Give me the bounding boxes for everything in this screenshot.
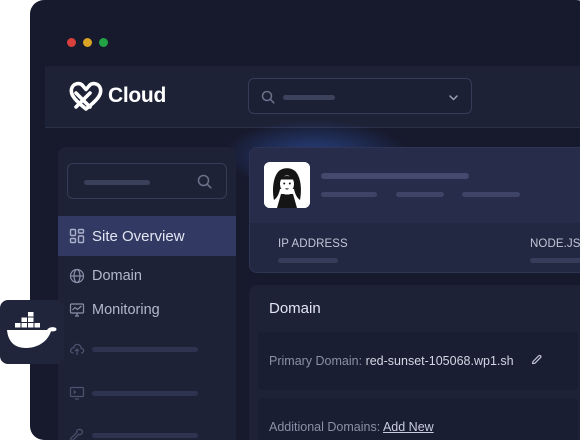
site-meta-placeholder — [396, 192, 444, 197]
globe-icon — [68, 267, 86, 285]
sidebar-item-monitoring[interactable]: Monitoring — [58, 290, 236, 330]
terminal-icon — [68, 384, 86, 402]
server-search-select[interactable] — [248, 78, 472, 114]
site-card-header — [250, 148, 580, 223]
primary-domain-value[interactable]: red-sunset-105068.wp1.sh — [366, 354, 514, 368]
ip-address-value-placeholder — [278, 258, 338, 263]
site-avatar[interactable] — [264, 162, 310, 208]
sidebar-item-label: Site Overview — [92, 227, 185, 245]
minimize-button[interactable] — [83, 38, 92, 47]
nodejs-value-placeholder — [530, 258, 580, 263]
search-placeholder — [283, 95, 335, 100]
heart-x-logo-icon — [69, 81, 103, 111]
chevron-down-icon — [449, 95, 458, 101]
sidebar-item-site-overview[interactable]: Site Overview — [58, 216, 236, 256]
brand-logo[interactable]: Cloud — [68, 80, 166, 112]
site-meta-placeholder — [462, 192, 520, 197]
tools-icon — [68, 426, 86, 440]
add-new-domain-link[interactable]: Add New — [383, 420, 434, 434]
additional-domains-text: Additional Domains: Add New — [269, 420, 434, 434]
sidebar-item-backups[interactable] — [58, 329, 236, 369]
top-navigation: Cloud — [45, 66, 580, 128]
sidebar-search-placeholder — [84, 180, 150, 185]
title-bar — [30, 0, 580, 66]
primary-domain-row: Primary Domain: red-sunset-105068.wp1.sh — [258, 332, 578, 390]
sidebar-search-input[interactable] — [67, 163, 227, 199]
grid-icon — [68, 227, 86, 245]
sidebar-item-label: Monitoring — [92, 302, 160, 318]
close-button[interactable] — [67, 38, 76, 47]
primary-domain-text: Primary Domain: red-sunset-105068.wp1.sh — [269, 354, 514, 368]
search-icon — [261, 90, 275, 104]
domain-card-title: Domain — [269, 300, 321, 317]
docker-whale-icon — [7, 312, 57, 348]
additional-domains-label: Additional Domains: — [269, 420, 381, 434]
cloud-upload-icon — [68, 340, 86, 358]
primary-domain-label: Primary Domain: — [269, 354, 363, 368]
woman-portrait-icon — [264, 162, 310, 208]
docker-badge — [0, 300, 64, 364]
maximize-button[interactable] — [99, 38, 108, 47]
search-icon — [197, 174, 212, 189]
ip-address-label: IP ADDRESS — [278, 238, 348, 250]
site-overview-card: IP ADDRESS NODE.JS — [249, 147, 580, 273]
nodejs-label: NODE.JS — [530, 238, 580, 250]
sidebar-item-placeholder — [92, 346, 198, 352]
sidebar-item-placeholder — [92, 432, 198, 438]
sidebar: Site Overview Domain Monitoring — [58, 147, 236, 440]
site-name-placeholder — [321, 173, 469, 179]
monitor-icon — [68, 301, 86, 319]
logo-text: Cloud — [108, 84, 166, 107]
edit-icon[interactable] — [530, 353, 543, 366]
sidebar-item-label: Domain — [92, 268, 142, 284]
additional-domains-row: Additional Domains: Add New — [258, 398, 578, 440]
sidebar-item-terminal[interactable] — [58, 373, 236, 413]
site-meta-placeholder — [321, 192, 377, 197]
domain-card: Domain Primary Domain: red-sunset-105068… — [249, 285, 580, 440]
sidebar-item-tools[interactable] — [58, 415, 236, 440]
sidebar-item-placeholder — [92, 390, 198, 396]
